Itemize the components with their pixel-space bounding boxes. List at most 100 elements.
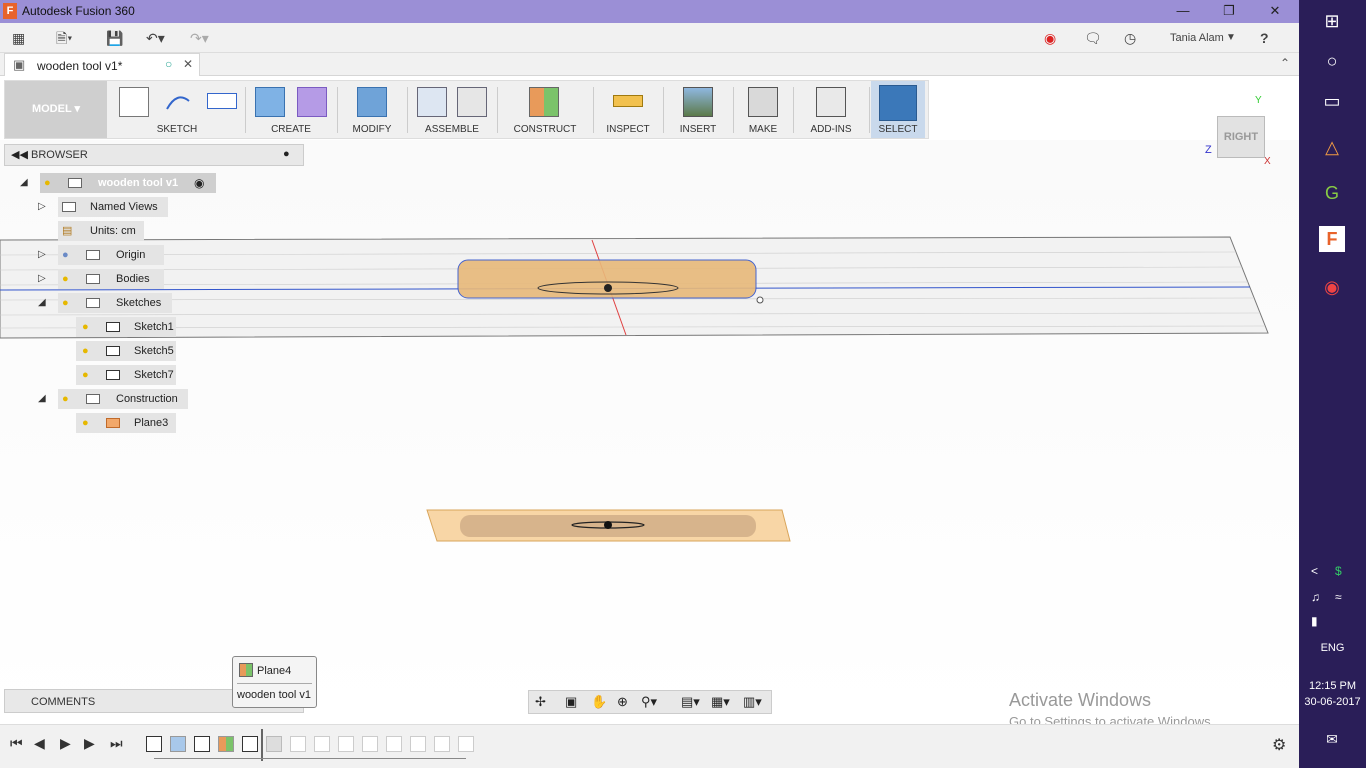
action-center-icon[interactable]: ✉: [1319, 726, 1345, 752]
construction-row[interactable]: ◢ ● Construction: [36, 389, 196, 409]
collapsed-triangle-icon[interactable]: ▷: [38, 273, 50, 285]
3d-viewport[interactable]: [0, 140, 1299, 718]
assemble-group[interactable]: ASSEMBLE: [411, 81, 493, 138]
origin-row[interactable]: ▷ ● Origin: [36, 245, 166, 265]
units-row[interactable]: ▤ Units: cm: [58, 221, 148, 241]
zoom-icon[interactable]: ⊕: [617, 694, 628, 710]
look-at-icon[interactable]: ▣: [565, 694, 577, 710]
settings-gear-icon[interactable]: ⚙: [1272, 735, 1286, 755]
cortana-icon[interactable]: ○: [1319, 48, 1345, 74]
3d-print-icon[interactable]: [748, 87, 778, 117]
browser-panel-header[interactable]: ◀◀ BROWSER ●: [4, 144, 304, 166]
inspect-group[interactable]: INSPECT: [597, 81, 659, 138]
select-group[interactable]: SELECT: [871, 81, 925, 138]
sketches-row[interactable]: ◢ ● Sketches: [36, 293, 176, 313]
activate-radio-icon[interactable]: ◉: [194, 176, 204, 190]
timeline-plane-item[interactable]: [266, 736, 282, 752]
step-back-icon[interactable]: ◀: [34, 735, 45, 752]
timeline-item[interactable]: [434, 736, 450, 752]
task-view-icon[interactable]: ▭: [1319, 88, 1345, 114]
history-clock-icon[interactable]: ◷: [1124, 28, 1136, 48]
expanded-triangle-icon[interactable]: ◢: [20, 177, 32, 189]
collapse-browser-icon[interactable]: ◀◀: [11, 148, 28, 161]
fit-icon[interactable]: ⚲▾: [641, 694, 657, 710]
spline-icon[interactable]: [163, 87, 193, 117]
form-icon[interactable]: [297, 87, 327, 117]
browser-root-row[interactable]: ◢ ● wooden tool v1 ◉: [18, 173, 218, 193]
timeline-item[interactable]: [290, 736, 306, 752]
sketch-group[interactable]: SKETCH: [113, 81, 241, 138]
joint-icon[interactable]: [457, 87, 487, 117]
browser-options-icon[interactable]: ●: [283, 148, 290, 160]
sketch-row[interactable]: ● Sketch7: [76, 365, 176, 385]
redo-icon[interactable]: ↷▾: [190, 28, 209, 48]
fusion-app-icon[interactable]: F: [1319, 226, 1345, 252]
wifi-icon[interactable]: ≈: [1335, 590, 1342, 604]
workspace-selector[interactable]: MODEL ▾: [5, 81, 107, 138]
close-tab-icon[interactable]: ✕: [183, 57, 193, 71]
timeline-item[interactable]: [410, 736, 426, 752]
timeline-sketch-item[interactable]: [194, 736, 210, 752]
timeline-sketch-item[interactable]: [146, 736, 162, 752]
timeline-extrude-item[interactable]: [170, 736, 186, 752]
collapse-chevron-icon[interactable]: ⌃: [1280, 56, 1290, 70]
insert-group[interactable]: INSERT: [667, 81, 729, 138]
viewcube[interactable]: RIGHT: [1217, 116, 1265, 158]
go-to-start-icon[interactable]: ⏮: [10, 735, 23, 752]
create-sketch-icon[interactable]: [119, 87, 149, 117]
sketch-row[interactable]: ● Sketch5: [76, 341, 176, 361]
display-settings-icon[interactable]: ▤▾: [681, 694, 700, 710]
data-panel-grid-icon[interactable]: ▦: [12, 28, 25, 48]
orbit-icon[interactable]: ✢: [535, 694, 546, 710]
select-arrow-icon[interactable]: [879, 85, 917, 121]
play-icon[interactable]: ▶: [60, 735, 71, 752]
comments-icon[interactable]: 🗨: [1084, 28, 1102, 48]
user-chevron-icon[interactable]: ▼: [1226, 28, 1236, 48]
collapsed-triangle-icon[interactable]: ▷: [38, 249, 50, 261]
press-pull-icon[interactable]: [357, 87, 387, 117]
visibility-bulb-icon[interactable]: ●: [82, 344, 94, 358]
timeline-marker[interactable]: [261, 729, 263, 761]
app-triangle-icon[interactable]: △: [1319, 134, 1345, 160]
app-g-icon[interactable]: G: [1319, 180, 1345, 206]
expanded-triangle-icon[interactable]: ◢: [38, 297, 50, 309]
visibility-bulb-icon[interactable]: ●: [62, 296, 74, 310]
show-hidden-icons[interactable]: <: [1311, 564, 1318, 578]
create-group[interactable]: CREATE: [249, 81, 333, 138]
timeline-item[interactable]: [458, 736, 474, 752]
go-to-end-icon[interactable]: ⏭: [110, 735, 123, 752]
system-clock[interactable]: 12:15 PM 30-06-2017: [1299, 678, 1366, 710]
document-tab[interactable]: ▣ wooden tool v1* ○ ✕: [4, 53, 200, 76]
visibility-bulb-icon[interactable]: ●: [44, 176, 56, 190]
visibility-bulb-icon[interactable]: ●: [82, 320, 94, 334]
measure-icon[interactable]: [613, 95, 643, 107]
timeline-plane-item[interactable]: [218, 736, 234, 752]
extrude-icon[interactable]: [255, 87, 285, 117]
viewports-icon[interactable]: ▥▾: [743, 694, 762, 710]
chrome-icon[interactable]: ◉: [1319, 274, 1345, 300]
timeline-item[interactable]: [386, 736, 402, 752]
insert-image-icon[interactable]: [683, 87, 713, 117]
scripts-icon[interactable]: [816, 87, 846, 117]
expanded-triangle-icon[interactable]: ◢: [38, 393, 50, 405]
modify-group[interactable]: MODIFY: [341, 81, 403, 138]
windows-start-icon[interactable]: ⊞: [1319, 8, 1345, 34]
plane-row[interactable]: ● Plane3: [76, 413, 176, 433]
grid-settings-icon[interactable]: ▦▾: [711, 694, 730, 710]
step-forward-icon[interactable]: ▶: [84, 735, 95, 752]
construct-group[interactable]: CONSTRUCT: [501, 81, 589, 138]
named-views-row[interactable]: ▷ Named Views: [36, 197, 176, 217]
rectangle-icon[interactable]: [207, 93, 237, 109]
undo-icon[interactable]: ↶▾: [146, 28, 165, 48]
visibility-bulb-icon[interactable]: ●: [82, 368, 94, 382]
visibility-bulb-icon[interactable]: ●: [62, 248, 74, 262]
restore-button[interactable]: ❐: [1206, 0, 1252, 23]
make-group[interactable]: MAKE: [737, 81, 789, 138]
visibility-bulb-icon[interactable]: ●: [62, 392, 74, 406]
volume-icon[interactable]: ♫: [1311, 590, 1320, 604]
visibility-bulb-icon[interactable]: ●: [62, 272, 74, 286]
tray-app-icon[interactable]: $: [1335, 564, 1342, 578]
user-menu[interactable]: Tania Alam: [1170, 28, 1224, 48]
new-component-icon[interactable]: [417, 87, 447, 117]
timeline-sketch-item[interactable]: [242, 736, 258, 752]
